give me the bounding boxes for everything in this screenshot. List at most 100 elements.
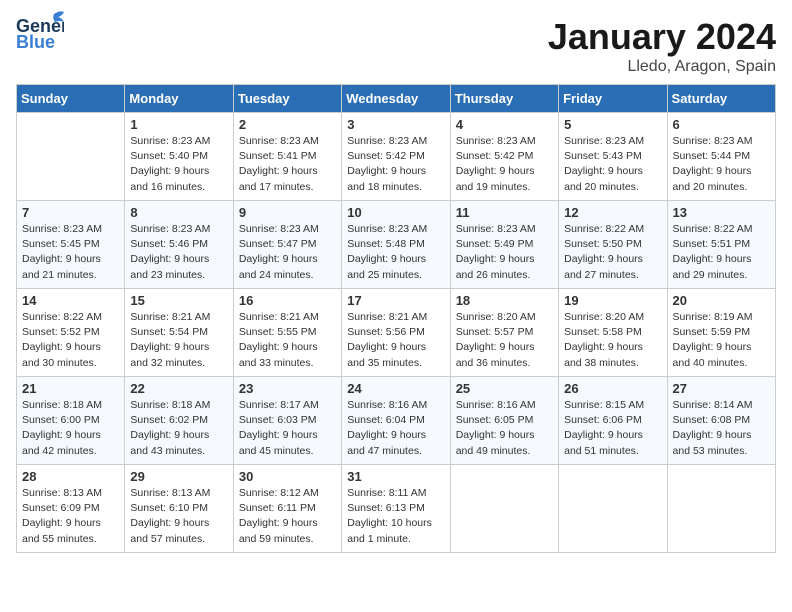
cell-info: Sunrise: 8:16 AMSunset: 6:04 PMDaylight:… (347, 398, 444, 459)
cell-info: Sunrise: 8:23 AMSunset: 5:49 PMDaylight:… (456, 222, 553, 283)
day-header-monday: Monday (125, 85, 233, 113)
cell-info: Sunrise: 8:20 AMSunset: 5:57 PMDaylight:… (456, 310, 553, 371)
cell-info: Sunrise: 8:23 AMSunset: 5:40 PMDaylight:… (130, 134, 227, 195)
cell-info: Sunrise: 8:23 AMSunset: 5:42 PMDaylight:… (456, 134, 553, 195)
calendar-cell: 21 Sunrise: 8:18 AMSunset: 6:00 PMDayligh… (17, 377, 125, 465)
day-number: 23 (239, 381, 336, 396)
cell-info: Sunrise: 8:21 AMSunset: 5:55 PMDaylight:… (239, 310, 336, 371)
calendar-cell: 20Sunrise: 8:19 AMSunset: 5:59 PMDayligh… (667, 289, 775, 377)
cell-info: Sunrise: 8:22 AMSunset: 5:52 PMDaylight:… (22, 310, 119, 371)
day-number: 6 (673, 117, 770, 132)
calendar-cell: 11 Sunrise: 8:23 AMSunset: 5:49 PMDayligh… (450, 201, 558, 289)
cell-info: Sunrise: 8:23 AMSunset: 5:48 PMDaylight:… (347, 222, 444, 283)
calendar-cell: 16 Sunrise: 8:21 AMSunset: 5:55 PMDayligh… (233, 289, 341, 377)
calendar-cell: 12 Sunrise: 8:22 AMSunset: 5:50 PMDayligh… (559, 201, 667, 289)
cell-info: Sunrise: 8:11 AMSunset: 6:13 PMDaylight:… (347, 486, 444, 547)
cell-info: Sunrise: 8:22 AMSunset: 5:50 PMDaylight:… (564, 222, 661, 283)
week-row-4: 21 Sunrise: 8:18 AMSunset: 6:00 PMDayligh… (17, 377, 776, 465)
calendar-cell: 2 Sunrise: 8:23 AMSunset: 5:41 PMDaylight… (233, 113, 341, 201)
calendar-cell: 29 Sunrise: 8:13 AMSunset: 6:10 PMDayligh… (125, 465, 233, 553)
day-number: 24 (347, 381, 444, 396)
calendar-cell: 31 Sunrise: 8:11 AMSunset: 6:13 PMDayligh… (342, 465, 450, 553)
week-row-2: 7Sunrise: 8:23 AMSunset: 5:45 PMDaylight… (17, 201, 776, 289)
calendar-cell: 9Sunrise: 8:23 AMSunset: 5:47 PMDaylight… (233, 201, 341, 289)
day-header-friday: Friday (559, 85, 667, 113)
cell-info: Sunrise: 8:18 AMSunset: 6:00 PMDaylight:… (22, 398, 119, 459)
day-number: 12 (564, 205, 661, 220)
day-number: 26 (564, 381, 661, 396)
calendar-cell (17, 113, 125, 201)
cell-info: Sunrise: 8:15 AMSunset: 6:06 PMDaylight:… (564, 398, 661, 459)
cell-info: Sunrise: 8:17 AMSunset: 6:03 PMDaylight:… (239, 398, 336, 459)
day-number: 3 (347, 117, 444, 132)
day-number: 16 (239, 293, 336, 308)
day-number: 15 (130, 293, 227, 308)
cell-info: Sunrise: 8:20 AMSunset: 5:58 PMDaylight:… (564, 310, 661, 371)
calendar-cell: 8 Sunrise: 8:23 AMSunset: 5:46 PMDaylight… (125, 201, 233, 289)
calendar-cell: 18 Sunrise: 8:20 AMSunset: 5:57 PMDayligh… (450, 289, 558, 377)
calendar-cell: 22 Sunrise: 8:18 AMSunset: 6:02 PMDayligh… (125, 377, 233, 465)
calendar-cell: 30 Sunrise: 8:12 AMSunset: 6:11 PMDayligh… (233, 465, 341, 553)
page-header: General Blue January 2024 Lledo, Aragon,… (16, 16, 776, 76)
svg-text:Blue: Blue (16, 32, 55, 52)
day-number: 21 (22, 381, 119, 396)
cell-info: Sunrise: 8:23 AMSunset: 5:46 PMDaylight:… (130, 222, 227, 283)
day-number: 29 (130, 469, 227, 484)
calendar-cell (667, 465, 775, 553)
calendar-cell (559, 465, 667, 553)
cell-info: Sunrise: 8:18 AMSunset: 6:02 PMDaylight:… (130, 398, 227, 459)
calendar-cell: 23 Sunrise: 8:17 AMSunset: 6:03 PMDayligh… (233, 377, 341, 465)
logo: General Blue (16, 10, 64, 57)
day-number: 5 (564, 117, 661, 132)
location-title: Lledo, Aragon, Spain (548, 58, 776, 76)
calendar-cell: 26 Sunrise: 8:15 AMSunset: 6:06 PMDayligh… (559, 377, 667, 465)
day-number: 30 (239, 469, 336, 484)
day-header-tuesday: Tuesday (233, 85, 341, 113)
cell-info: Sunrise: 8:21 AMSunset: 5:54 PMDaylight:… (130, 310, 227, 371)
day-number: 13 (673, 205, 770, 220)
cell-info: Sunrise: 8:16 AMSunset: 6:05 PMDaylight:… (456, 398, 553, 459)
calendar-cell: 15 Sunrise: 8:21 AMSunset: 5:54 PMDayligh… (125, 289, 233, 377)
day-header-thursday: Thursday (450, 85, 558, 113)
week-row-5: 28Sunrise: 8:13 AMSunset: 6:09 PMDayligh… (17, 465, 776, 553)
calendar-cell: 5Sunrise: 8:23 AMSunset: 5:43 PMDaylight… (559, 113, 667, 201)
calendar-cell: 4 Sunrise: 8:23 AMSunset: 5:42 PMDaylight… (450, 113, 558, 201)
day-number: 1 (130, 117, 227, 132)
calendar-table: SundayMondayTuesdayWednesdayThursdayFrid… (16, 84, 776, 553)
day-number: 18 (456, 293, 553, 308)
day-number: 10 (347, 205, 444, 220)
day-number: 31 (347, 469, 444, 484)
calendar-cell: 17 Sunrise: 8:21 AMSunset: 5:56 PMDayligh… (342, 289, 450, 377)
cell-info: Sunrise: 8:14 AMSunset: 6:08 PMDaylight:… (673, 398, 770, 459)
calendar-cell: 24 Sunrise: 8:16 AMSunset: 6:04 PMDayligh… (342, 377, 450, 465)
logo-icon: General Blue (16, 10, 64, 52)
cell-info: Sunrise: 8:12 AMSunset: 6:11 PMDaylight:… (239, 486, 336, 547)
calendar-cell (450, 465, 558, 553)
cell-info: Sunrise: 8:23 AMSunset: 5:45 PMDaylight:… (22, 222, 119, 283)
cell-info: Sunrise: 8:23 AMSunset: 5:42 PMDaylight:… (347, 134, 444, 195)
calendar-cell: 10 Sunrise: 8:23 AMSunset: 5:48 PMDayligh… (342, 201, 450, 289)
day-number: 8 (130, 205, 227, 220)
day-number: 11 (456, 205, 553, 220)
cell-info: Sunrise: 8:21 AMSunset: 5:56 PMDaylight:… (347, 310, 444, 371)
day-number: 2 (239, 117, 336, 132)
calendar-cell: 7Sunrise: 8:23 AMSunset: 5:45 PMDaylight… (17, 201, 125, 289)
day-header-sunday: Sunday (17, 85, 125, 113)
day-number: 4 (456, 117, 553, 132)
cell-info: Sunrise: 8:23 AMSunset: 5:41 PMDaylight:… (239, 134, 336, 195)
week-row-1: 1 Sunrise: 8:23 AMSunset: 5:40 PMDaylight… (17, 113, 776, 201)
calendar-cell: 1 Sunrise: 8:23 AMSunset: 5:40 PMDaylight… (125, 113, 233, 201)
cell-info: Sunrise: 8:23 AMSunset: 5:47 PMDaylight:… (239, 222, 336, 283)
day-number: 17 (347, 293, 444, 308)
cell-info: Sunrise: 8:13 AMSunset: 6:09 PMDaylight:… (22, 486, 119, 547)
day-number: 27 (673, 381, 770, 396)
calendar-cell: 3 Sunrise: 8:23 AMSunset: 5:42 PMDaylight… (342, 113, 450, 201)
calendar-cell: 28Sunrise: 8:13 AMSunset: 6:09 PMDayligh… (17, 465, 125, 553)
cell-info: Sunrise: 8:22 AMSunset: 5:51 PMDaylight:… (673, 222, 770, 283)
calendar-cell: 19Sunrise: 8:20 AMSunset: 5:58 PMDayligh… (559, 289, 667, 377)
day-number: 20 (673, 293, 770, 308)
cell-info: Sunrise: 8:13 AMSunset: 6:10 PMDaylight:… (130, 486, 227, 547)
day-number: 25 (456, 381, 553, 396)
day-header-wednesday: Wednesday (342, 85, 450, 113)
day-number: 22 (130, 381, 227, 396)
